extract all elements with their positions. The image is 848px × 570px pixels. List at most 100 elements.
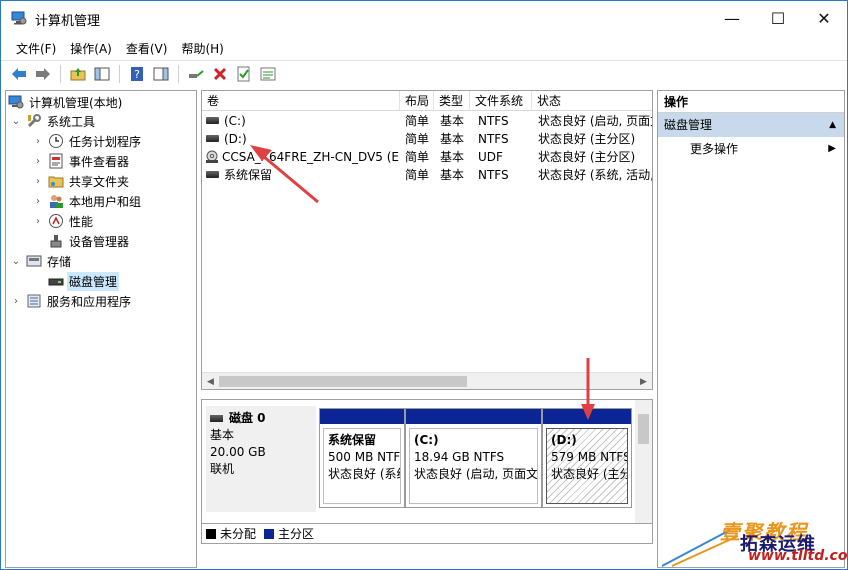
- show-hide-tree-icon: [94, 67, 110, 80]
- tree-item-system-tools[interactable]: ⌄ 系统工具: [10, 111, 97, 131]
- svg-text:?: ?: [134, 68, 140, 81]
- disk-management-icon: [48, 278, 64, 286]
- partition-d[interactable]: (D:) 579 MB NTFS 状态良好 (主分: [542, 408, 632, 508]
- table-row[interactable]: (D:) 简单 基本 NTFS 状态良好 (主分区): [202, 130, 652, 148]
- collapse-up-icon[interactable]: ▲: [829, 113, 836, 137]
- tree-item-performance[interactable]: › 性能: [32, 211, 95, 231]
- connect-button[interactable]: [186, 64, 206, 84]
- check-button[interactable]: [234, 64, 254, 84]
- performance-icon: [49, 214, 63, 228]
- table-row[interactable]: (C:) 简单 基本 NTFS 状态良好 (启动, 页面文: [202, 112, 653, 130]
- tree-item-local-users[interactable]: › 本地用户和组: [32, 191, 143, 211]
- chevron-right-icon[interactable]: ›: [32, 176, 44, 187]
- menu-view[interactable]: 查看(V): [119, 37, 175, 59]
- partition-status: 状态良好 (主分: [551, 467, 628, 481]
- scroll-left-icon[interactable]: ◀: [202, 373, 219, 389]
- shared-folder-icon: [48, 176, 64, 188]
- vertical-scrollbar[interactable]: [635, 400, 652, 523]
- watermark-line3: www.tlltd.com: [748, 548, 848, 564]
- partition-type-bar: [406, 409, 541, 424]
- minimize-button[interactable]: —: [709, 1, 755, 35]
- volume-list-header: 卷 布局 类型 文件系统 状态: [202, 91, 652, 111]
- show-hide-tree-button[interactable]: [92, 64, 112, 84]
- tree-item-task-scheduler[interactable]: › 任务计划程序: [32, 131, 143, 151]
- volume-filesystem: NTFS: [478, 114, 509, 128]
- close-button[interactable]: ✕: [801, 1, 847, 35]
- chevron-right-icon[interactable]: ›: [10, 296, 22, 307]
- up-level-button[interactable]: [68, 64, 88, 84]
- help-button[interactable]: ?: [127, 64, 147, 84]
- menu-action[interactable]: 操作(A): [63, 37, 119, 59]
- partition-name: 系统保留: [328, 433, 377, 447]
- partition-status: 状态良好 (启动, 页面文: [414, 467, 538, 481]
- volume-name: 系统保留: [224, 168, 273, 182]
- connect-icon: [189, 69, 204, 78]
- chevron-right-icon[interactable]: ›: [32, 156, 44, 167]
- partition-body: (D:) 579 MB NTFS 状态良好 (主分: [546, 428, 628, 504]
- volume-status: 状态良好 (启动, 页面文: [538, 114, 653, 128]
- clock-icon: [49, 134, 63, 148]
- volume-layout: 简单: [405, 168, 430, 182]
- table-row[interactable]: 系统保留 简单 基本 NTFS 状态良好 (系统, 活动,: [202, 166, 652, 184]
- volume-name: CCSA_X64FRE_ZH-CN_DV5 (E:): [222, 150, 399, 164]
- disk-kind: 基本: [210, 428, 235, 442]
- partition-size: 500 MB NTFS: [328, 450, 401, 464]
- menu-file[interactable]: 文件(F): [9, 37, 63, 59]
- tree-label: 存储: [47, 254, 72, 269]
- volume-type: 基本: [440, 114, 465, 128]
- tree-item-device-manager[interactable]: 设备管理器: [48, 231, 131, 251]
- computer-management-icon: [8, 95, 24, 109]
- tree-item-services[interactable]: › 服务和应用程序: [10, 291, 133, 311]
- maximize-button[interactable]: ☐: [755, 1, 801, 35]
- horizontal-scrollbar[interactable]: ◀ ▶: [202, 372, 652, 389]
- list-view-button[interactable]: [258, 64, 278, 84]
- column-header-type[interactable]: 类型: [434, 91, 470, 111]
- tree-item-computer-management[interactable]: 计算机管理(本地): [8, 92, 124, 112]
- scrollbar-thumb[interactable]: [638, 414, 649, 444]
- menu-help[interactable]: 帮助(H): [174, 37, 230, 59]
- tree-item-disk-management[interactable]: 磁盘管理: [48, 271, 120, 291]
- forward-button[interactable]: [33, 64, 53, 84]
- delete-button[interactable]: [210, 64, 230, 84]
- tree-label: 事件查看器: [69, 154, 130, 169]
- table-row[interactable]: CCSA_X64FRE_ZH-CN_DV5 (E:) 简单 基本 UDF 状态良…: [202, 148, 652, 166]
- partition-size: 579 MB NTFS: [551, 450, 628, 464]
- chevron-right-icon[interactable]: ›: [32, 216, 44, 227]
- tree-item-event-viewer[interactable]: › 事件查看器: [32, 151, 131, 171]
- back-button[interactable]: [9, 64, 29, 84]
- more-actions-item[interactable]: 更多操作 ▶: [658, 137, 844, 161]
- volume-type: 基本: [440, 132, 465, 146]
- more-actions-label: 更多操作: [690, 142, 739, 156]
- partition-c[interactable]: (C:) 18.94 GB NTFS 状态良好 (启动, 页面文: [405, 408, 542, 508]
- column-header-layout[interactable]: 布局: [400, 91, 434, 111]
- tree-label: 本地用户和组: [69, 194, 142, 209]
- chevron-down-icon[interactable]: ⌄: [10, 116, 22, 127]
- scrollbar-thumb[interactable]: [219, 376, 467, 387]
- actions-section-disk-management[interactable]: 磁盘管理 ▲: [658, 113, 844, 137]
- submenu-arrow-icon: ▶: [828, 143, 836, 154]
- column-header-filesystem[interactable]: 文件系统: [470, 91, 532, 111]
- folder-up-icon: [70, 67, 86, 80]
- console-tree: 计算机管理(本地) ⌄ 系统工具 › 任务计划程序 › 事件查看器 › 共享文件…: [5, 90, 197, 568]
- window-title: 计算机管理: [35, 14, 101, 29]
- legend-label: 未分配: [220, 527, 257, 541]
- volume-type: 基本: [440, 150, 465, 164]
- tree-label: 服务和应用程序: [47, 294, 132, 309]
- column-header-status[interactable]: 状态: [532, 91, 652, 111]
- legend-unallocated: 未分配: [206, 525, 256, 542]
- disk-size: 20.00 GB: [210, 445, 266, 459]
- tree-item-shared-folders[interactable]: › 共享文件夹: [32, 171, 131, 191]
- tree-item-storage[interactable]: ⌄ 存储: [10, 251, 73, 271]
- partition-system-reserved[interactable]: 系统保留 500 MB NTFS 状态良好 (系统: [319, 408, 405, 508]
- disk-info[interactable]: 磁盘 0 基本 20.00 GB 联机: [206, 406, 316, 512]
- column-header-volume[interactable]: 卷: [202, 91, 400, 111]
- chevron-right-icon[interactable]: ›: [32, 196, 44, 207]
- show-hide-action-pane-button[interactable]: [151, 64, 171, 84]
- menu-bar: 文件(F) 操作(A) 查看(V) 帮助(H): [1, 37, 847, 59]
- forward-arrow-icon: [36, 67, 50, 80]
- partition-body: 系统保留 500 MB NTFS 状态良好 (系统: [323, 428, 401, 504]
- scroll-right-icon[interactable]: ▶: [635, 373, 652, 389]
- chevron-down-icon[interactable]: ⌄: [10, 256, 22, 267]
- disk-state: 联机: [210, 462, 235, 476]
- chevron-right-icon[interactable]: ›: [32, 136, 44, 147]
